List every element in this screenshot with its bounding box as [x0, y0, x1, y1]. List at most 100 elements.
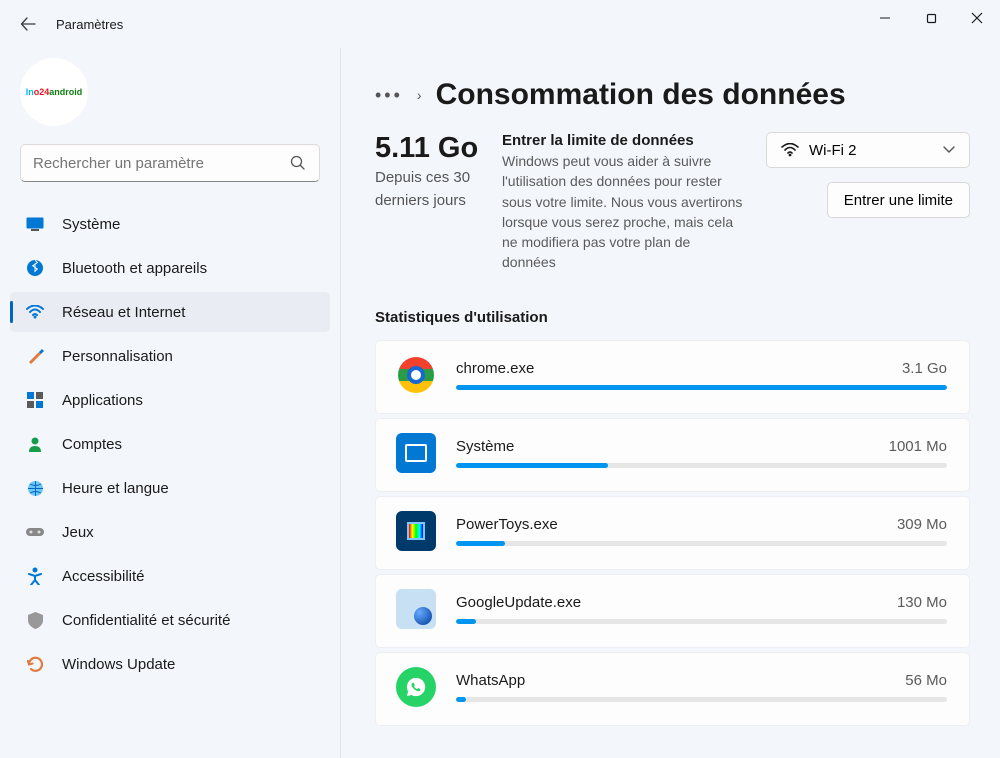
- app-row: GoogleUpdate.exe 130 Mo: [375, 574, 970, 648]
- app-name: GoogleUpdate.exe: [456, 594, 581, 611]
- powertoys-icon: [396, 511, 436, 551]
- limit-heading: Entrer la limite de données: [502, 132, 744, 149]
- breadcrumb-more-icon[interactable]: •••: [375, 86, 403, 104]
- bluetooth-icon: [26, 259, 44, 277]
- app-row: chrome.exe 3.1 Go: [375, 340, 970, 414]
- search-icon: [290, 155, 306, 171]
- app-usage: 56 Mo: [905, 672, 947, 689]
- gamepad-icon: [26, 523, 44, 541]
- usage-bar: [456, 619, 947, 624]
- person-icon: [26, 435, 44, 453]
- window-title: Paramètres: [56, 17, 123, 32]
- usage-total: 5.11 Go: [375, 132, 480, 165]
- app-usage: 309 Mo: [897, 516, 947, 533]
- wifi-icon: [26, 303, 44, 321]
- chevron-right-icon: ›: [417, 87, 422, 103]
- nav-label: Confidentialité et sécurité: [62, 612, 230, 629]
- usage-block: 5.11 Go Depuis ces 30 derniers jours: [375, 132, 480, 273]
- nav-item-accounts[interactable]: Comptes: [10, 424, 330, 464]
- stats-heading: Statistiques d'utilisation: [375, 309, 970, 326]
- nav-label: Accessibilité: [62, 568, 145, 585]
- arrow-left-icon: [20, 16, 36, 32]
- app-row: Système 1001 Mo: [375, 418, 970, 492]
- nav-item-time[interactable]: Heure et langue: [10, 468, 330, 508]
- nav-item-accessibility[interactable]: Accessibilité: [10, 556, 330, 596]
- usage-bar-fill: [456, 619, 476, 624]
- nav-label: Système: [62, 216, 120, 233]
- clock-globe-icon: [26, 479, 44, 497]
- window-controls: [862, 0, 1000, 36]
- app-name: Système: [456, 438, 514, 455]
- back-button[interactable]: [12, 8, 44, 40]
- nav-label: Bluetooth et appareils: [62, 260, 207, 277]
- app-row: WhatsApp 56 Mo: [375, 652, 970, 726]
- limit-info: Entrer la limite de données Windows peut…: [502, 132, 744, 273]
- usage-bar: [456, 463, 947, 468]
- app-usage: 3.1 Go: [902, 360, 947, 377]
- nav-item-bluetooth[interactable]: Bluetooth et appareils: [10, 248, 330, 288]
- usage-bar-fill: [456, 697, 466, 702]
- nav-label: Heure et langue: [62, 480, 169, 497]
- close-icon: [971, 12, 983, 24]
- user-avatar[interactable]: Ino24android: [20, 58, 88, 126]
- apps-icon: [26, 391, 44, 409]
- search-wrap: [20, 144, 320, 182]
- network-dropdown[interactable]: Wi-Fi 2: [766, 132, 970, 168]
- limit-description: Windows peut vous aider à suivre l'utili…: [502, 151, 744, 273]
- nav-label: Personnalisation: [62, 348, 173, 365]
- app-usage: 130 Mo: [897, 594, 947, 611]
- maximize-button[interactable]: [908, 0, 954, 36]
- chevron-down-icon: [943, 146, 955, 154]
- nav-label: Applications: [62, 392, 143, 409]
- nav-label: Jeux: [62, 524, 94, 541]
- app-usage-list: chrome.exe 3.1 Go Système 1001 Mo PowerToy…: [375, 340, 970, 726]
- accessibility-icon: [26, 567, 44, 585]
- titlebar: Paramètres: [0, 0, 1000, 48]
- app-name: WhatsApp: [456, 672, 525, 689]
- app-name: chrome.exe: [456, 360, 534, 377]
- wifi-icon: [781, 143, 799, 157]
- nav-item-network[interactable]: Réseau et Internet: [10, 292, 330, 332]
- app-name: PowerToys.exe: [456, 516, 558, 533]
- summary-panel: 5.11 Go Depuis ces 30 derniers jours Ent…: [375, 132, 970, 273]
- app-usage: 1001 Mo: [889, 438, 947, 455]
- googleupdate-icon: [396, 589, 436, 629]
- search-input[interactable]: [20, 144, 320, 182]
- network-label: Wi-Fi 2: [809, 142, 933, 159]
- nav-item-apps[interactable]: Applications: [10, 380, 330, 420]
- nav-item-privacy[interactable]: Confidentialité et sécurité: [10, 600, 330, 640]
- usage-bar-fill: [456, 541, 505, 546]
- usage-bar: [456, 385, 947, 390]
- enter-limit-button[interactable]: Entrer une limite: [827, 182, 970, 218]
- nav-item-personalization[interactable]: Personnalisation: [10, 336, 330, 376]
- usage-bar: [456, 541, 947, 546]
- minimize-button[interactable]: [862, 0, 908, 36]
- usage-bar-fill: [456, 385, 947, 390]
- whatsapp-icon: [396, 667, 436, 707]
- chrome-icon: [396, 355, 436, 395]
- app-row: PowerToys.exe 309 Mo: [375, 496, 970, 570]
- shield-icon: [26, 611, 44, 629]
- main-content: ••• › Consommation des données 5.11 Go D…: [340, 48, 1000, 758]
- system-icon: [396, 433, 436, 473]
- avatar-logo: Ino24android: [26, 87, 83, 97]
- system-icon: [26, 215, 44, 233]
- page-title: Consommation des données: [436, 78, 846, 112]
- nav-item-system[interactable]: Système: [10, 204, 330, 244]
- button-label: Entrer une limite: [844, 192, 953, 209]
- close-button[interactable]: [954, 0, 1000, 36]
- nav-label: Windows Update: [62, 656, 175, 673]
- nav-label: Réseau et Internet: [62, 304, 185, 321]
- breadcrumb: ••• › Consommation des données: [375, 78, 970, 112]
- usage-bar: [456, 697, 947, 702]
- brush-icon: [26, 347, 44, 365]
- usage-bar-fill: [456, 463, 608, 468]
- sidebar: Ino24android Système Bluetooth et appare…: [0, 48, 340, 758]
- update-icon: [26, 655, 44, 673]
- nav-list: Système Bluetooth et appareils Réseau et…: [10, 204, 330, 684]
- usage-period: Depuis ces 30 derniers jours: [375, 167, 480, 212]
- nav-item-gaming[interactable]: Jeux: [10, 512, 330, 552]
- minimize-icon: [879, 12, 891, 24]
- nav-item-update[interactable]: Windows Update: [10, 644, 330, 684]
- nav-label: Comptes: [62, 436, 122, 453]
